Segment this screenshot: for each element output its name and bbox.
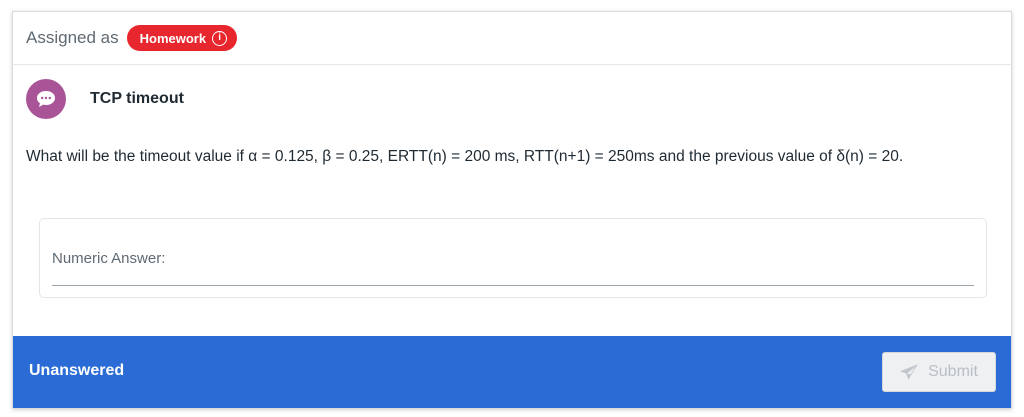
question-header: TCP timeout — [26, 79, 184, 119]
status-label: Unanswered — [29, 362, 125, 379]
submit-button[interactable]: Submit — [882, 352, 996, 392]
assigned-label: Assigned as — [26, 28, 119, 47]
footer-bar: Unanswered Submit — [13, 336, 1011, 408]
question-title: TCP timeout — [90, 90, 184, 107]
avatar — [26, 79, 66, 119]
info-icon[interactable]: i — [212, 30, 228, 46]
submit-label: Submit — [928, 363, 978, 380]
question-text: What will be the timeout value if α = 0.… — [26, 148, 904, 165]
numeric-answer-input[interactable] — [52, 243, 974, 286]
answer-box — [39, 218, 987, 298]
homework-badge[interactable]: Homework i — [126, 25, 238, 51]
speech-bubble-icon — [37, 91, 55, 107]
homework-badge-label: Homework — [139, 30, 207, 46]
paper-plane-icon — [900, 364, 918, 380]
assignment-bar: Assigned as Homework i — [13, 12, 1011, 65]
question-card: Assigned as Homework i TCP timeout What … — [12, 11, 1012, 409]
